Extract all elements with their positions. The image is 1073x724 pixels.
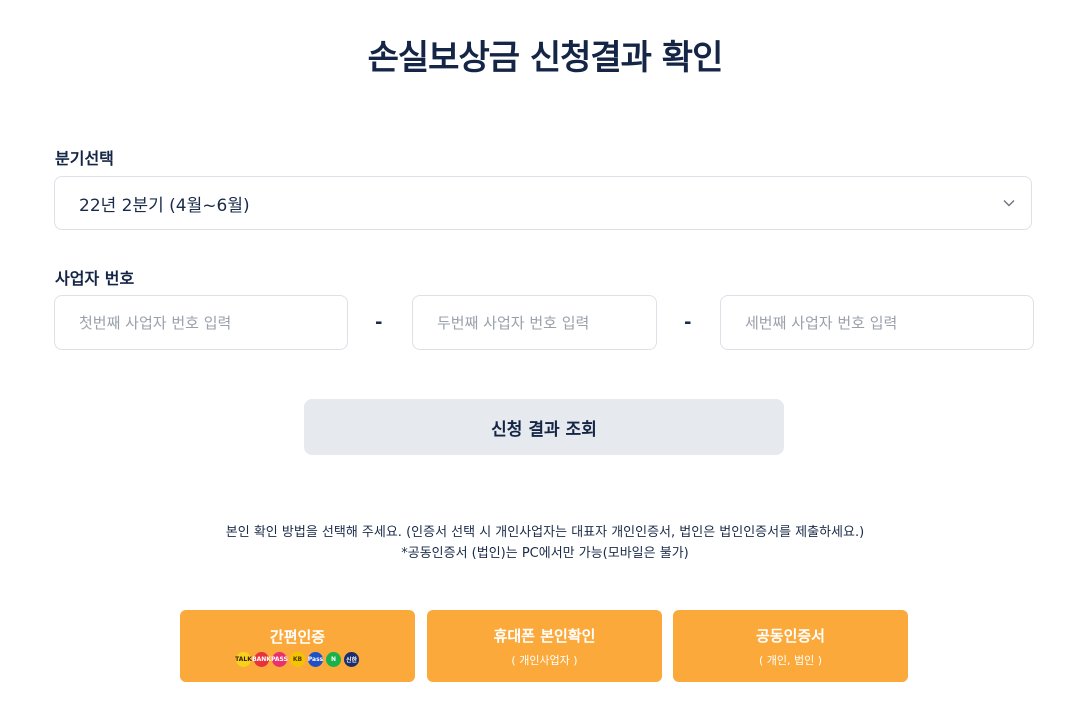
samsung-icon: BANK — [252, 651, 271, 667]
payco-icon: Pass — [308, 651, 323, 667]
quarter-selected-value: 22년 2분기 (4월~6월) — [79, 195, 250, 216]
business-number-label: 사업자 번호 — [55, 269, 135, 288]
kakao-icon: TALK — [235, 651, 252, 667]
phone-auth-sub: ( 개인사업자 ) — [511, 653, 578, 667]
phone-auth-button[interactable]: 휴대폰 본인확인 ( 개인사업자 ) — [427, 610, 662, 682]
simple-auth-button[interactable]: 간편인증 TALK BANK PASS KB Pass N 신한 — [180, 610, 415, 682]
kb-icon: KB — [290, 651, 305, 667]
chevron-down-icon — [1003, 200, 1015, 207]
auth-provider-icons: TALK BANK PASS KB Pass N 신한 — [235, 651, 359, 667]
business-number-second-input[interactable] — [412, 295, 657, 350]
quarter-select[interactable]: 22년 2분기 (4월~6월) — [54, 176, 1032, 230]
naver-icon: N — [326, 651, 341, 667]
joint-cert-sub: ( 개인, 법인 ) — [758, 653, 823, 667]
joint-cert-label: 공동인증서 — [755, 626, 825, 645]
notice-line-1: 본인 확인 방법을 선택해 주세요. (인증서 선택 시 개인사업자는 대표자 … — [225, 525, 865, 540]
page-title: 손실보상금 신청결과 확인 — [367, 38, 724, 78]
business-number-third-input[interactable] — [720, 295, 1034, 350]
quarter-label: 분기선택 — [55, 149, 114, 168]
simple-auth-label: 간편인증 — [269, 627, 326, 646]
joint-cert-button[interactable]: 공동인증서 ( 개인, 법인 ) — [673, 610, 908, 682]
pass-icon: PASS — [271, 651, 288, 667]
separator-dash: - — [375, 312, 383, 333]
query-result-button[interactable]: 신청 결과 조회 — [304, 399, 784, 455]
phone-auth-label: 휴대폰 본인확인 — [493, 626, 596, 645]
business-number-first-input[interactable] — [54, 295, 348, 350]
shinhan-icon: 신한 — [344, 651, 359, 667]
separator-dash: - — [684, 312, 692, 333]
notice-line-2: *공동인증서 (법인)는 PC에서만 가능(모바일은 불가) — [401, 546, 689, 561]
